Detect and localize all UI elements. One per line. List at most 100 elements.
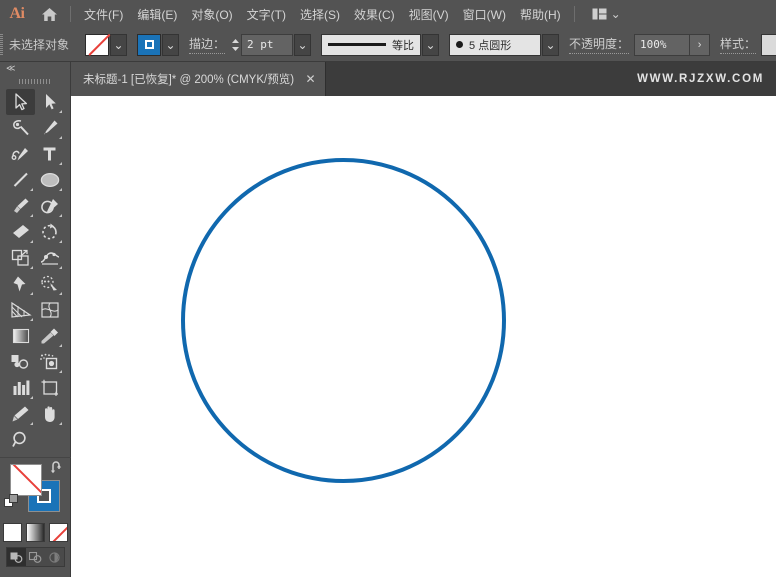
arrange-documents-button[interactable]: ⌄ bbox=[587, 5, 626, 23]
symbol-sprayer-tool[interactable] bbox=[35, 349, 64, 375]
brush-definition-field[interactable]: 5 点圆形 bbox=[449, 33, 542, 56]
width-tool[interactable] bbox=[35, 245, 64, 271]
menu-separator-2 bbox=[573, 6, 575, 22]
close-icon[interactable]: ✕ bbox=[304, 73, 317, 86]
tool-flyout-indicator bbox=[59, 370, 62, 373]
artboard-tool[interactable] bbox=[35, 375, 64, 401]
shaper-icon bbox=[40, 199, 58, 214]
column-graph-tool[interactable] bbox=[6, 375, 35, 401]
menu-help[interactable]: 帮助(H) bbox=[513, 2, 568, 27]
mesh-tool[interactable] bbox=[35, 297, 64, 323]
zoom-tool[interactable] bbox=[6, 427, 35, 453]
width-profile-label: 等比 bbox=[392, 39, 415, 52]
tool-flyout-indicator bbox=[59, 136, 62, 139]
document-canvas[interactable] bbox=[71, 96, 776, 577]
document-tab-bar: 未标题-1 [已恢复]* @ 200% (CMYK/预览) ✕ WWW.RJZX… bbox=[0, 62, 776, 96]
perspective-grid-tool[interactable] bbox=[6, 297, 35, 323]
double-chevron-left-icon: ≪ bbox=[6, 63, 16, 73]
stroke-profile-preview-icon bbox=[328, 43, 387, 46]
eraser-icon bbox=[12, 225, 29, 238]
none-mode-button[interactable] bbox=[48, 523, 68, 542]
draw-behind-button[interactable] bbox=[26, 548, 45, 566]
stroke-weight-control: 描边： 2 pt ⌄ bbox=[189, 33, 312, 56]
width-tool-icon bbox=[40, 252, 59, 265]
free-transform-tool[interactable] bbox=[6, 271, 35, 297]
document-tab[interactable]: 未标题-1 [已恢复]* @ 200% (CMYK/预览) ✕ bbox=[71, 62, 327, 96]
default-fill-stroke-icon[interactable] bbox=[4, 494, 19, 514]
pen-tool[interactable] bbox=[35, 115, 64, 141]
curvature-tool[interactable] bbox=[6, 141, 35, 167]
stroke-weight-stepper[interactable] bbox=[230, 34, 241, 56]
slice-tool[interactable] bbox=[6, 401, 35, 427]
stroke-weight-input[interactable]: 2 pt bbox=[241, 33, 294, 56]
hand-tool[interactable] bbox=[35, 401, 64, 427]
none-fill-swatch[interactable] bbox=[85, 33, 110, 56]
illustrator-window: Ai 文件(F) 编辑(E) 对象(O) 文字(T) 选择(S) 效果(C) 视… bbox=[0, 0, 776, 577]
menu-select[interactable]: 选择(S) bbox=[293, 2, 347, 27]
blend-tool[interactable] bbox=[6, 349, 35, 375]
hand-icon bbox=[44, 406, 55, 422]
tool-flyout-indicator bbox=[30, 422, 33, 425]
color-mode-button[interactable] bbox=[2, 523, 22, 542]
width-profile-dropdown-button[interactable]: ⌄ bbox=[422, 33, 440, 56]
menu-edit[interactable]: 编辑(E) bbox=[130, 2, 184, 27]
stroke-weight-dropdown-button[interactable]: ⌄ bbox=[294, 33, 312, 56]
paintbrush-tool[interactable] bbox=[6, 193, 35, 219]
gradient-icon bbox=[12, 328, 29, 344]
tool-flyout-indicator bbox=[30, 396, 33, 399]
menu-object[interactable]: 对象(O) bbox=[184, 2, 239, 27]
brush-definition-dropdown-button[interactable]: ⌄ bbox=[542, 33, 560, 56]
toolbar-fill-swatch[interactable] bbox=[10, 464, 42, 496]
menu-separator bbox=[70, 6, 71, 22]
fill-dropdown-button[interactable]: ⌄ bbox=[110, 33, 128, 56]
line-segment-tool[interactable] bbox=[6, 167, 35, 193]
menu-type[interactable]: 文字(T) bbox=[240, 2, 293, 27]
chevron-down-icon: ⌄ bbox=[545, 37, 556, 52]
direct-selection-tool[interactable] bbox=[35, 89, 64, 115]
eyedropper-tool[interactable] bbox=[35, 323, 64, 349]
shape-builder-tool[interactable] bbox=[35, 271, 64, 297]
opacity-input[interactable]: 100% bbox=[634, 33, 691, 56]
menu-effect[interactable]: 效果(C) bbox=[347, 2, 402, 27]
stroke-color-dropdown-button[interactable]: ⌄ bbox=[162, 33, 180, 56]
opacity-options-button[interactable]: › bbox=[690, 33, 711, 56]
tool-flyout-indicator bbox=[59, 344, 62, 347]
opacity-label: 不透明度： bbox=[569, 35, 630, 54]
control-bar-grip[interactable] bbox=[0, 28, 3, 62]
shape-builder-icon bbox=[40, 275, 57, 291]
shaper-tool[interactable] bbox=[35, 193, 64, 219]
menu-bar: Ai 文件(F) 编辑(E) 对象(O) 文字(T) 选择(S) 效果(C) 视… bbox=[0, 0, 776, 28]
draw-inside-button[interactable] bbox=[45, 548, 64, 566]
direct-selection-arrow-icon bbox=[45, 94, 56, 110]
graphic-style-swatch[interactable] bbox=[761, 33, 776, 56]
menu-file[interactable]: 文件(F) bbox=[77, 2, 130, 27]
stroke-color-swatch[interactable] bbox=[137, 33, 162, 56]
type-T-icon bbox=[43, 147, 56, 161]
slice-knife-icon bbox=[12, 406, 28, 422]
ellipse-shape[interactable] bbox=[180, 157, 506, 483]
menu-window[interactable]: 窗口(W) bbox=[456, 2, 513, 27]
gradient-mode-button[interactable] bbox=[25, 523, 45, 542]
watermark-text: WWW.RJZXW.COM bbox=[637, 73, 764, 85]
draw-normal-button[interactable] bbox=[7, 548, 26, 566]
scale-tool[interactable] bbox=[6, 245, 35, 271]
width-profile-field[interactable]: 等比 bbox=[321, 33, 422, 56]
type-tool[interactable] bbox=[35, 141, 64, 167]
rotate-tool[interactable] bbox=[35, 219, 64, 245]
menu-view[interactable]: 视图(V) bbox=[402, 2, 456, 27]
eraser-tool[interactable] bbox=[6, 219, 35, 245]
draw-inside-icon bbox=[49, 551, 60, 563]
swap-fill-stroke-icon[interactable] bbox=[50, 461, 65, 479]
opacity-control: 不透明度： 100% › bbox=[569, 33, 711, 56]
tool-flyout-indicator bbox=[30, 266, 33, 269]
ellipse-tool[interactable] bbox=[35, 167, 64, 193]
tool-flyout-indicator bbox=[59, 188, 62, 191]
selection-tool[interactable] bbox=[6, 89, 35, 115]
curvature-pen-icon bbox=[11, 148, 28, 161]
tools-panel-grip[interactable] bbox=[0, 75, 70, 87]
home-icon[interactable] bbox=[34, 0, 64, 28]
tools-grid bbox=[0, 87, 70, 453]
gradient-tool[interactable] bbox=[6, 323, 35, 349]
collapse-panel-button[interactable]: ≪ bbox=[0, 62, 70, 75]
magic-wand-tool[interactable] bbox=[6, 115, 35, 141]
